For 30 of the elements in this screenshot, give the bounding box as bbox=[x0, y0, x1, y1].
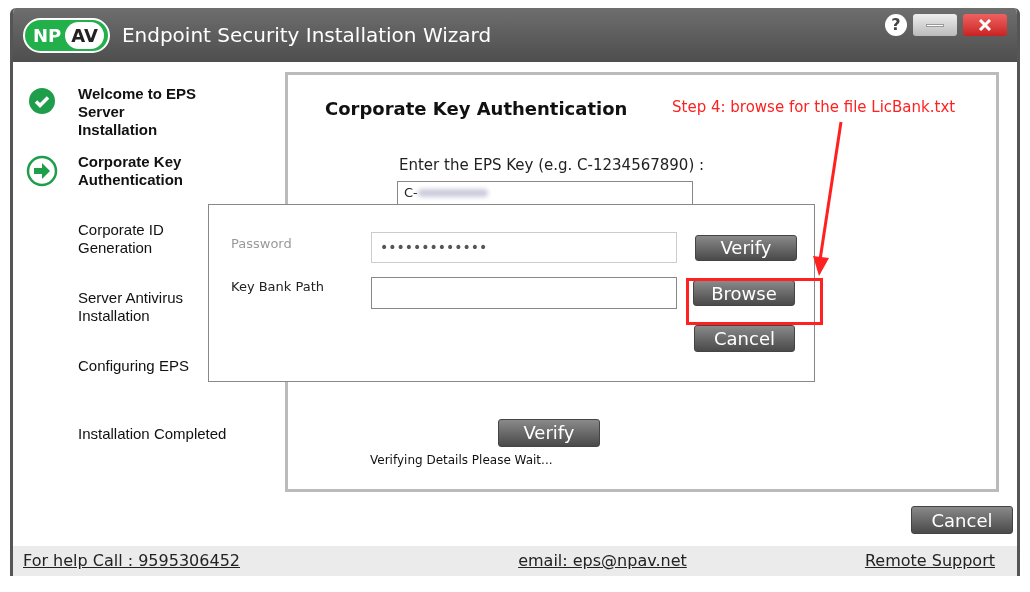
step-label: Corporate ID Generation bbox=[78, 221, 165, 257]
key-bank-path-field[interactable] bbox=[371, 277, 677, 309]
key-bank-path-label: Key Bank Path bbox=[231, 278, 326, 296]
step-label: Server Antivirus Installation bbox=[78, 289, 185, 325]
step-label: Welcome to EPS Server Installation bbox=[78, 85, 198, 139]
cancel-button[interactable]: Cancel bbox=[911, 506, 1013, 534]
close-button[interactable] bbox=[963, 14, 1007, 36]
verify-button[interactable]: Verify bbox=[695, 234, 797, 261]
annotation-text: Step 4: browse for the file LicBank.txt bbox=[672, 97, 956, 118]
browse-button[interactable]: Browse bbox=[693, 280, 795, 306]
step-label: Installation Completed bbox=[78, 425, 228, 443]
key-label: Enter the EPS Key (e.g. C-1234567890) : bbox=[399, 155, 706, 176]
close-icon bbox=[979, 19, 991, 31]
status-text: Verifying Details Please Wait... bbox=[370, 451, 554, 469]
password-field[interactable]: ••••••••••••• bbox=[371, 232, 677, 263]
panel-title: Corporate Key Authentication bbox=[325, 97, 628, 121]
email-link[interactable]: email: eps@npav.net bbox=[518, 549, 687, 573]
help-button[interactable]: ? bbox=[885, 14, 907, 36]
redacted-mark bbox=[417, 188, 488, 197]
logo-text: AV bbox=[65, 21, 104, 49]
window-title: Endpoint Security Installation Wizard bbox=[121, 22, 492, 49]
minimize-button[interactable] bbox=[913, 14, 957, 36]
remote-support-link[interactable]: Remote Support bbox=[864, 549, 995, 573]
cancel-button[interactable]: Cancel bbox=[694, 325, 795, 352]
step-label: Configuring EPS bbox=[78, 357, 190, 375]
verify-button[interactable]: Verify bbox=[498, 418, 600, 447]
help-link[interactable]: For help Call : 9595306452 bbox=[23, 549, 240, 573]
password-label: Password bbox=[231, 235, 293, 253]
logo-text: NP bbox=[32, 23, 63, 48]
step-label: Corporate Key Authentication bbox=[78, 153, 184, 189]
